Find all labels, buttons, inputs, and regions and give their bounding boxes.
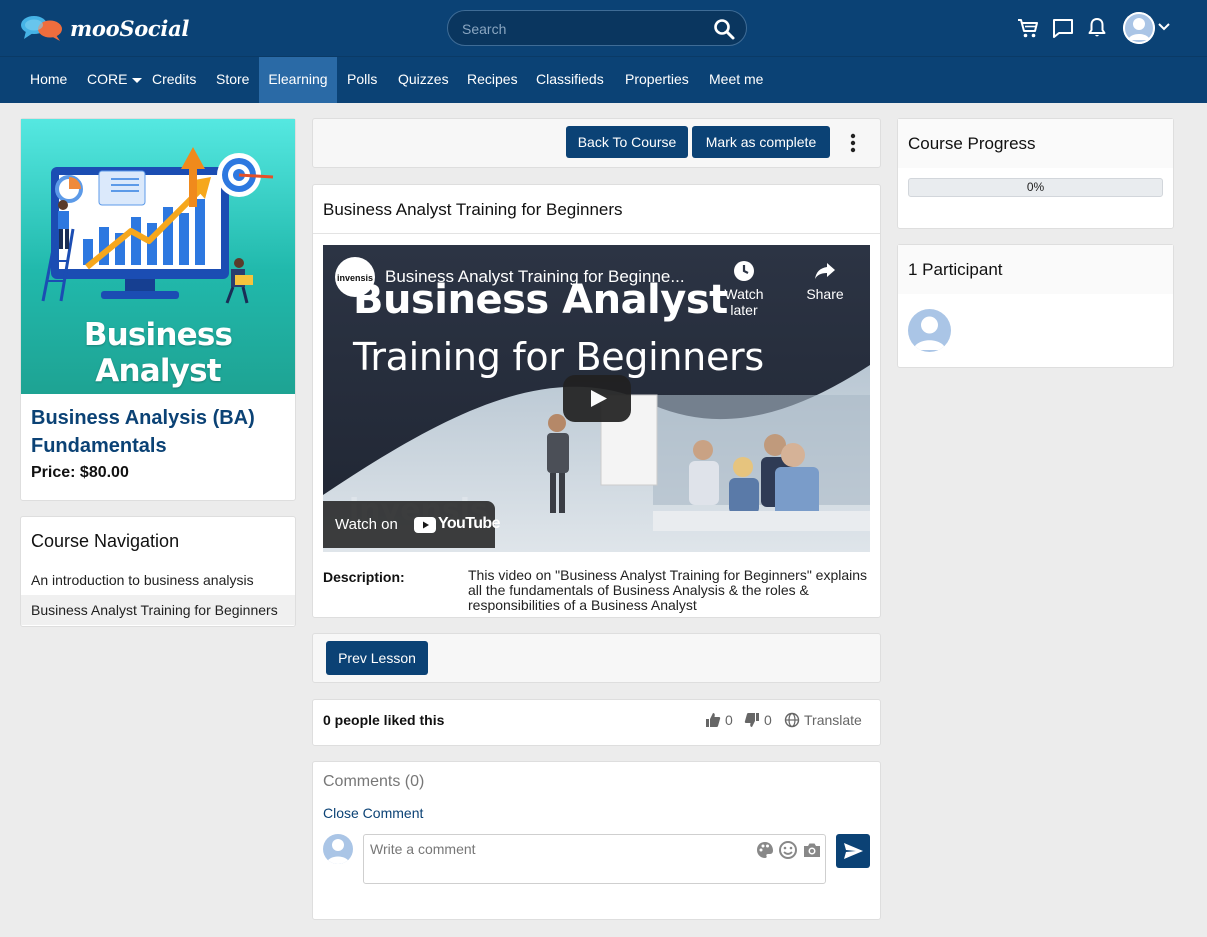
nav-classifieds[interactable]: Classifieds: [526, 57, 614, 103]
share-label: Share: [806, 286, 844, 302]
translate-label: Translate: [804, 712, 862, 728]
user-avatar[interactable]: [1123, 12, 1155, 44]
lesson-header: Business Analyst Training for Beginners: [313, 185, 880, 234]
nav-recipes[interactable]: Recipes: [457, 57, 528, 103]
palette-icon[interactable]: [756, 841, 774, 859]
watch-on-label: Watch on: [335, 516, 398, 533]
brand-name: mooSocial: [70, 15, 190, 41]
nav-credits[interactable]: Credits: [142, 57, 206, 103]
user-silhouette-icon: [326, 839, 350, 864]
globe-icon: [784, 712, 800, 728]
more-options-icon[interactable]: [843, 132, 863, 154]
send-comment-button[interactable]: [836, 834, 870, 868]
likes-summary[interactable]: 0 people liked this: [323, 712, 444, 728]
like-button[interactable]: 0: [705, 712, 733, 728]
participant-avatar[interactable]: [908, 309, 951, 352]
youtube-label: YouTube: [438, 515, 500, 532]
description-label: Description:: [323, 569, 405, 585]
share-arrow-icon: [815, 263, 835, 279]
course-thumbnail[interactable]: Business Analyst: [21, 119, 295, 394]
search-bar: [447, 10, 747, 46]
play-button[interactable]: [563, 375, 631, 422]
lesson-link-current[interactable]: Business Analyst Training for Beginners: [21, 595, 295, 625]
youtube-logo-icon: [414, 517, 436, 533]
nav-properties[interactable]: Properties: [615, 57, 699, 103]
comments-title: Comments (0): [323, 773, 425, 790]
brand-logo[interactable]: mooSocial: [20, 14, 189, 42]
lesson-pager: Prev Lesson: [312, 633, 881, 683]
comment-input[interactable]: [370, 841, 750, 875]
course-navigation-title: Course Navigation: [31, 531, 180, 551]
main-navigation: Home CORE Credits Store Elearning Polls …: [0, 57, 1207, 103]
cart-icon[interactable]: [1016, 16, 1040, 40]
back-to-course-button[interactable]: Back To Course: [566, 126, 688, 158]
watch-on-youtube-button[interactable]: Watch on YouTube: [323, 501, 500, 548]
mark-complete-button[interactable]: Mark as complete: [692, 126, 830, 158]
nav-store[interactable]: Store: [206, 57, 259, 103]
user-silhouette-icon: [1123, 12, 1155, 44]
video-headline-secondary: Training for Beginners: [353, 335, 764, 379]
course-price: Price: $80.00: [31, 464, 129, 481]
nav-meet-me[interactable]: Meet me: [699, 57, 773, 103]
progress-bar: 0%: [908, 178, 1163, 197]
commenter-avatar: [323, 834, 353, 864]
course-progress-card: Course Progress 0%: [897, 118, 1174, 229]
course-card: Business Analyst Business Analysis (BA) …: [20, 118, 296, 501]
play-icon: [591, 390, 607, 407]
user-silhouette-icon: [913, 316, 946, 350]
translate-button[interactable]: Translate: [784, 712, 862, 728]
analytics-illustration: [41, 147, 274, 304]
lesson-title: Business Analyst Training for Beginners: [323, 200, 623, 219]
video-headline-primary: Business Analyst: [353, 277, 728, 323]
participants-card: 1 Participant: [897, 244, 1174, 368]
messages-icon[interactable]: [1051, 16, 1075, 40]
send-icon: [844, 843, 863, 859]
nav-home[interactable]: Home: [20, 57, 77, 103]
chat-bubbles-icon: [21, 16, 62, 41]
description-text: This video on "Business Analyst Training…: [468, 567, 868, 613]
lesson-card: Business Analyst Training for Beginners: [312, 184, 881, 618]
progress-label: 0%: [1026, 180, 1045, 194]
thumbnail-caption: Business Analyst: [83, 317, 233, 389]
comment-box: [363, 834, 826, 884]
chevron-down-icon[interactable]: [1157, 20, 1171, 34]
search-icon[interactable]: [712, 17, 736, 41]
likes-bar: 0 people liked this 0 0 Translate: [312, 699, 881, 746]
thumbs-down-icon: [744, 713, 759, 727]
lesson-link[interactable]: An introduction to business analysis: [21, 565, 295, 595]
nav-elearning[interactable]: Elearning: [259, 57, 337, 103]
share-button[interactable]: Share: [795, 259, 855, 302]
nav-quizzes[interactable]: Quizzes: [388, 57, 459, 103]
notifications-bell-icon[interactable]: [1085, 16, 1109, 40]
thumbs-up-icon: [706, 713, 721, 727]
lesson-toolbar: Back To Course Mark as complete: [312, 118, 881, 168]
participants-header: 1 Participant: [898, 245, 1173, 294]
course-progress-header: Course Progress: [898, 119, 1173, 168]
video-player[interactable]: invensis invensis Business Analyst Train…: [323, 245, 870, 552]
participants-title: 1 Participant: [908, 260, 1003, 279]
nav-polls[interactable]: Polls: [337, 57, 387, 103]
caret-down-icon: [132, 77, 143, 83]
dislike-count: 0: [764, 712, 772, 728]
prev-lesson-button[interactable]: Prev Lesson: [326, 641, 428, 675]
course-progress-title: Course Progress: [908, 134, 1036, 153]
course-title[interactable]: Business Analysis (BA) Fundamentals: [31, 404, 286, 460]
camera-icon[interactable]: [802, 840, 822, 860]
nav-core-label: CORE: [87, 71, 128, 87]
course-navigation-card: Course Navigation An introduction to bus…: [20, 516, 296, 627]
close-comment-link[interactable]: Close Comment: [323, 805, 423, 821]
dislike-button[interactable]: 0: [744, 712, 772, 728]
search-input[interactable]: [462, 19, 702, 39]
comments-card: Comments (0) Close Comment: [312, 761, 881, 920]
top-header: mooSocial: [0, 0, 1207, 57]
like-count: 0: [725, 712, 733, 728]
clock-icon: [734, 261, 754, 281]
emoji-icon[interactable]: [778, 840, 798, 860]
